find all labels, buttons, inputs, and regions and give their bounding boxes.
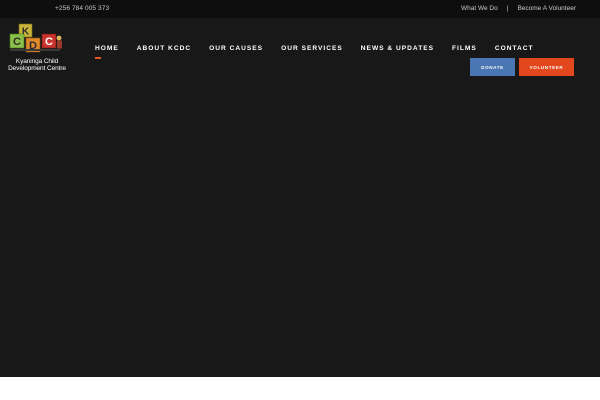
become-volunteer-link[interactable]: Become A Volunteer: [517, 5, 576, 12]
top-links: What We Do | Become A Volunteer: [461, 5, 576, 12]
nav-item-news-updates[interactable]: NEWS & UPDATES: [361, 45, 434, 52]
page: +256 784 005 373 What We Do | Become A V…: [0, 0, 600, 400]
logo-caption-line1: Kyaninga Child: [15, 58, 59, 65]
nav-item-contact[interactable]: CONTACT: [495, 45, 534, 52]
logo-caption-line2: Development Centre: [8, 65, 66, 72]
volunteer-button[interactable]: VOLUNTEER: [519, 58, 574, 76]
top-links-separator: |: [506, 5, 509, 12]
what-we-do-link[interactable]: What We Do: [461, 5, 498, 12]
site-logo[interactable]: K C D C Kyaninga Child Development Centr…: [2, 22, 72, 78]
main-nav: HOME ABOUT KCDC OUR CAUSES OUR SERVICES …: [95, 45, 534, 59]
nav-item-home[interactable]: HOME: [95, 45, 119, 59]
nav-item-films[interactable]: FILMS: [452, 45, 477, 52]
top-bar: +256 784 005 373 What We Do | Become A V…: [0, 0, 600, 18]
kcdc-logo-blocks: K C D C: [9, 23, 62, 53]
svg-text:C: C: [45, 36, 53, 48]
nav-item-our-services[interactable]: OUR SERVICES: [281, 45, 343, 52]
nav-item-our-causes[interactable]: OUR CAUSES: [209, 45, 263, 52]
logo-caption: Kyaninga Child Development Centre: [2, 58, 72, 72]
donate-button[interactable]: DONATE: [470, 58, 515, 76]
nav-item-about[interactable]: ABOUT KCDC: [137, 45, 191, 52]
svg-text:C: C: [13, 36, 21, 48]
phone-number[interactable]: +256 784 005 373: [55, 5, 109, 12]
